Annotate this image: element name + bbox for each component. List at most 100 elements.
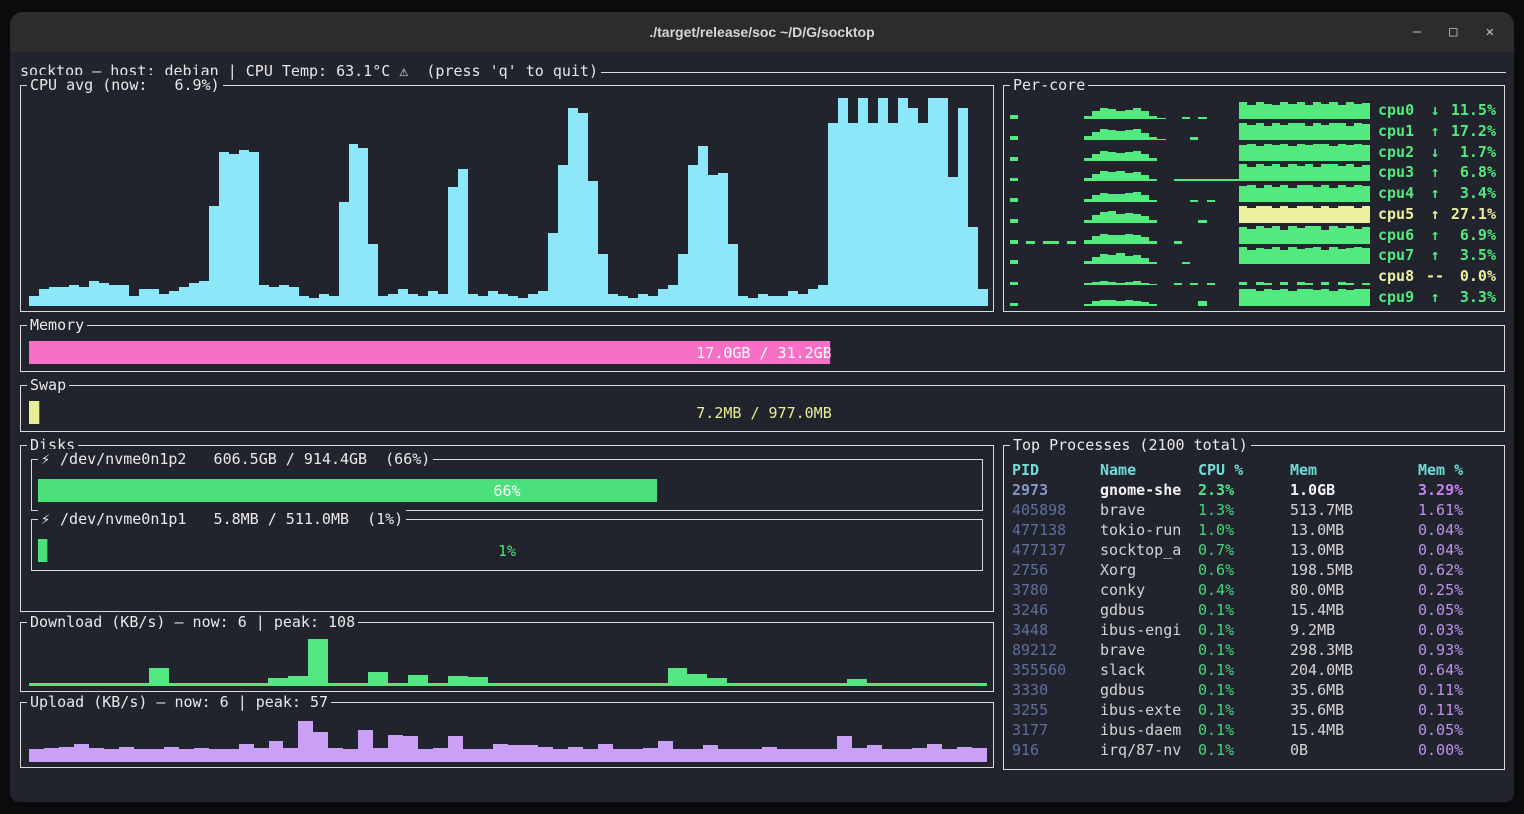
core-label: cpu5↑27.1% [1370, 205, 1496, 223]
core-row-cpu7: cpu7↑3.5% [1010, 245, 1496, 266]
process-cell: 0.04% [1418, 540, 1500, 560]
upload-panel: Upload (KB/s) — now: 6 | peak: 57 [20, 702, 994, 768]
per-core-panel: Per-core cpu0↓11.5%cpu1↑17.2%cpu2↓1.7%cp… [1003, 85, 1505, 312]
process-cell: 3448 [1012, 620, 1100, 640]
core-name: cpu6 [1378, 226, 1422, 244]
process-cell: 0.1% [1198, 640, 1290, 660]
disk-nvme0n1p1-gauge-label: 1% [498, 542, 516, 560]
core-name: cpu1 [1378, 122, 1422, 140]
core-percent: 3.3% [1448, 288, 1496, 306]
core-percent: 3.4% [1448, 184, 1496, 202]
process-cell: 0.03% [1418, 620, 1500, 640]
core-row-cpu9: cpu9↑3.3% [1010, 286, 1496, 307]
process-cell: 0.04% [1418, 520, 1500, 540]
process-cell: 0.6% [1198, 560, 1290, 580]
cpu-history-chart [29, 98, 988, 306]
swap-gauge-label: 7.2MB / 977.0MB [696, 404, 831, 422]
core-trend-icon: ↓ [1422, 101, 1448, 119]
core-sparkline [1010, 246, 1370, 264]
process-cell: 3.29% [1418, 480, 1500, 500]
process-cell: 9.2MB [1290, 620, 1418, 640]
download-panel-title: Download (KB/s) — now: 6 | peak: 108 [27, 612, 358, 632]
core-sparkline [1010, 122, 1370, 140]
process-table-header: PIDNameCPU %MemMem % [1012, 460, 1500, 480]
lightning-icon: ⚡ [41, 510, 50, 528]
minimize-button[interactable]: – [1413, 24, 1421, 40]
process-cell: 0.1% [1198, 720, 1290, 740]
core-name: cpu2 [1378, 143, 1422, 161]
process-row: 3177ibus-daem0.1%15.4MB0.05% [1012, 720, 1500, 740]
process-cell: 916 [1012, 740, 1100, 760]
process-row: 3330gdbus0.1%35.6MB0.11% [1012, 680, 1500, 700]
column-header: CPU % [1198, 460, 1290, 480]
core-percent: 6.8% [1448, 163, 1496, 181]
core-sparkline [1010, 101, 1370, 119]
core-trend-icon: ↑ [1422, 163, 1448, 181]
upload-panel-title: Upload (KB/s) — now: 6 | peak: 57 [27, 692, 331, 712]
process-cell: 298.3MB [1290, 640, 1418, 660]
core-sparkline [1010, 226, 1370, 244]
process-cell: gdbus [1100, 600, 1198, 620]
process-table: PIDNameCPU %MemMem %2973gnome-she2.3%1.0… [1012, 460, 1500, 765]
disk-nvme0n1p1-box: ⚡/dev/nvme0n1p1 5.8MB / 511.0MB (1%) 1% … [31, 519, 983, 571]
core-trend-icon: ↑ [1422, 184, 1448, 202]
core-label: cpu3↑6.8% [1370, 163, 1496, 181]
process-cell: 0.4% [1198, 580, 1290, 600]
process-row: 405898brave1.3%513.7MB1.61% [1012, 500, 1500, 520]
maximize-button[interactable]: □ [1449, 24, 1457, 40]
process-row: 89212brave0.1%298.3MB0.93% [1012, 640, 1500, 660]
core-row-cpu0: cpu0↓11.5% [1010, 100, 1496, 121]
process-cell: 198.5MB [1290, 560, 1418, 580]
swap-panel-title: Swap [27, 375, 69, 395]
window-titlebar[interactable]: ./target/release/soc ~/D/G/socktop – □ ✕ [10, 12, 1514, 52]
core-name: cpu3 [1378, 163, 1422, 181]
process-cell: 0.25% [1418, 580, 1500, 600]
process-row: 916irq/87-nv0.1%0B0.00% [1012, 740, 1500, 760]
memory-gauge-label-filled: 17.0GB / 31.2GB [696, 344, 831, 362]
close-button[interactable]: ✕ [1486, 24, 1494, 40]
core-label: cpu1↑17.2% [1370, 122, 1496, 140]
per-core-rows: cpu0↓11.5%cpu1↑17.2%cpu2↓1.7%cpu3↑6.8%cp… [1010, 100, 1496, 307]
process-cell: ibus-daem [1100, 720, 1198, 740]
core-trend-icon: -- [1422, 267, 1448, 285]
process-cell: 0.1% [1198, 680, 1290, 700]
core-name: cpu7 [1378, 246, 1422, 264]
core-percent: 17.2% [1448, 122, 1496, 140]
core-sparkline [1010, 184, 1370, 202]
column-header: Name [1100, 460, 1198, 480]
terminal-content[interactable]: socktop — host: debian | CPU Temp: 63.1°… [18, 58, 1506, 794]
disk-nvme0n1p2-label: /dev/nvme0n1p2 606.5GB / 914.4GB (66%) [60, 450, 430, 468]
window-title: ./target/release/soc ~/D/G/socktop [649, 24, 874, 40]
process-cell: 15.4MB [1290, 720, 1418, 740]
core-percent: 1.7% [1448, 143, 1496, 161]
process-cell: 0B [1290, 740, 1418, 760]
core-percent: 6.9% [1448, 226, 1496, 244]
process-cell: 35.6MB [1290, 680, 1418, 700]
process-cell: 2.3% [1198, 480, 1290, 500]
process-row: 3255ibus-exte0.1%35.6MB0.11% [1012, 700, 1500, 720]
process-cell: 0.64% [1418, 660, 1500, 680]
process-cell: 3246 [1012, 600, 1100, 620]
process-row: 2973gnome-she2.3%1.0GB3.29% [1012, 480, 1500, 500]
process-cell: 1.0% [1198, 520, 1290, 540]
core-label: cpu4↑3.4% [1370, 184, 1496, 202]
core-label: cpu7↑3.5% [1370, 246, 1496, 264]
process-cell: gdbus [1100, 680, 1198, 700]
process-cell: 3780 [1012, 580, 1100, 600]
process-cell: 0.1% [1198, 700, 1290, 720]
core-percent: 11.5% [1448, 101, 1496, 119]
process-cell: 0.7% [1198, 540, 1290, 560]
disk-nvme0n1p1-gauge: 1% 1% [38, 539, 976, 562]
core-name: cpu4 [1378, 184, 1422, 202]
upload-chart [29, 719, 987, 762]
core-trend-icon: ↑ [1422, 122, 1448, 140]
process-cell: 1.61% [1418, 500, 1500, 520]
download-panel: Download (KB/s) — now: 6 | peak: 108 [20, 622, 994, 692]
process-cell: irq/87-nv [1100, 740, 1198, 760]
disk-nvme0n1p2-box: ⚡/dev/nvme0n1p2 606.5GB / 914.4GB (66%) … [31, 459, 983, 511]
disk-nvme0n1p1-title: ⚡/dev/nvme0n1p1 5.8MB / 511.0MB (1%) [38, 509, 406, 529]
terminal-window: ./target/release/soc ~/D/G/socktop – □ ✕… [10, 12, 1514, 802]
process-cell: 15.4MB [1290, 600, 1418, 620]
core-percent: 0.0% [1448, 267, 1496, 285]
column-header: Mem [1290, 460, 1418, 480]
